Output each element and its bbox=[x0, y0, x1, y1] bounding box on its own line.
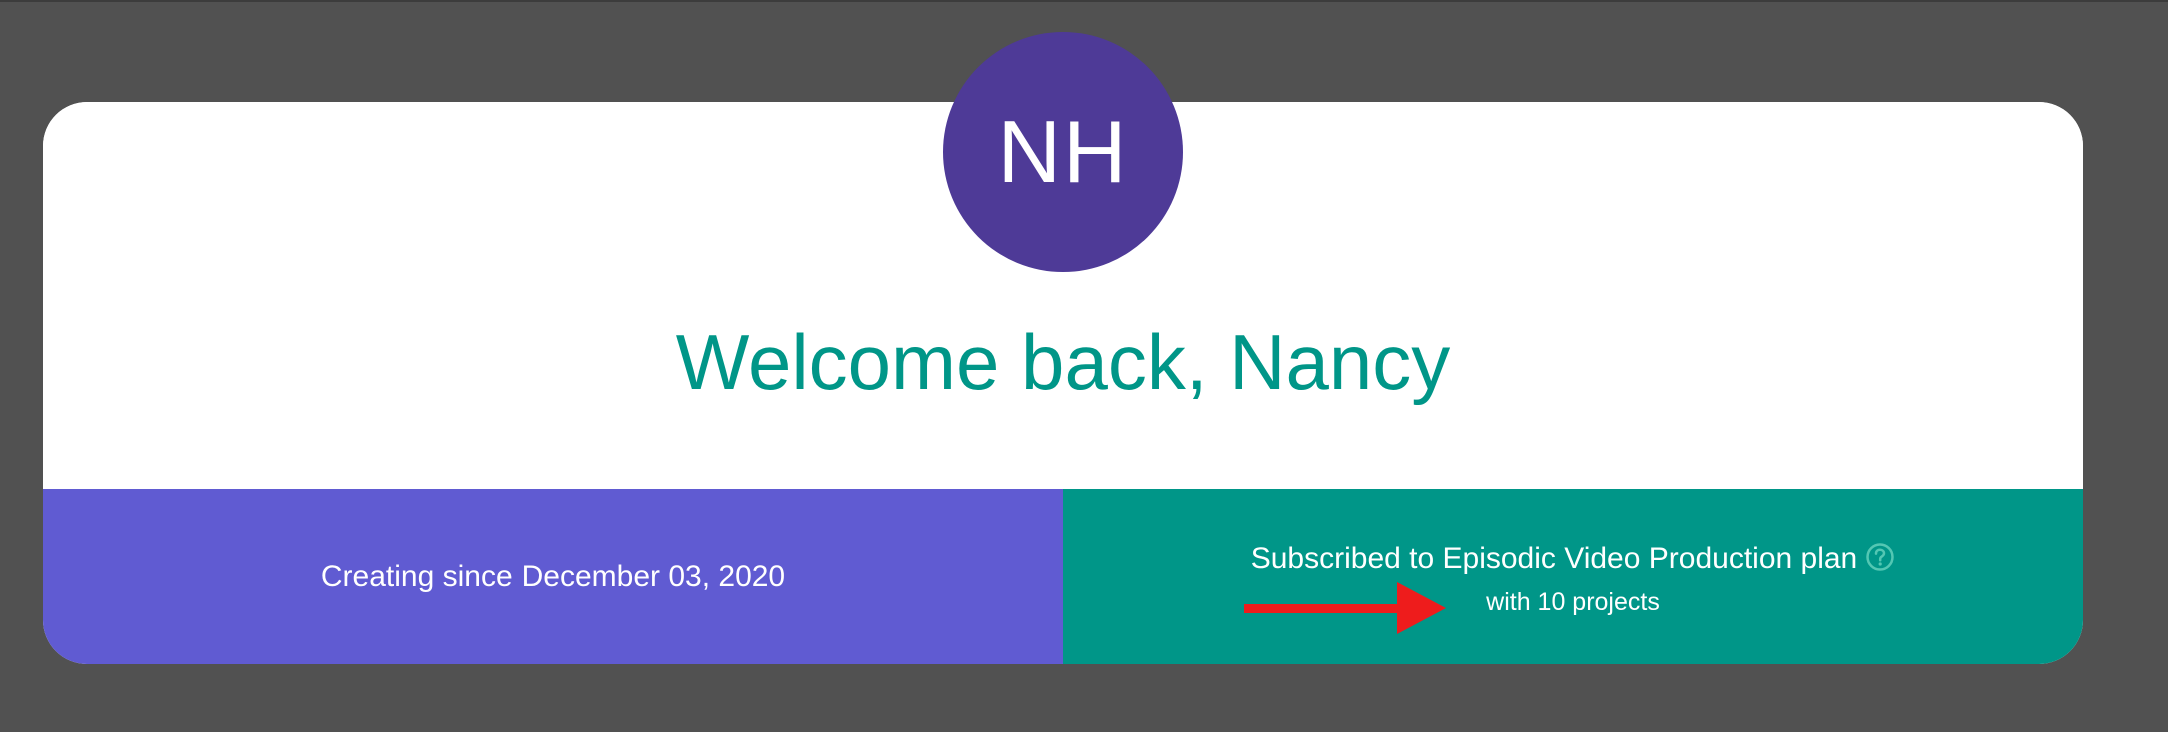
question-circle-icon[interactable] bbox=[1865, 542, 1895, 572]
subscription-plan-line: Subscribed to Episodic Video Production … bbox=[1063, 539, 2083, 579]
creating-since-label: Creating since bbox=[320, 559, 513, 593]
top-edge-line bbox=[0, 0, 2168, 2]
avatar-initials: NH bbox=[997, 102, 1129, 201]
subscription-projects-count: with 10 projects bbox=[1486, 588, 1660, 616]
creating-since-date: December 03, 2020 bbox=[521, 559, 786, 593]
subscription-panel: Subscribed to Episodic Video Production … bbox=[1063, 489, 2083, 664]
subscription-plan-text: Subscribed to Episodic Video Production … bbox=[1250, 542, 1858, 575]
red-arrow-icon bbox=[1244, 582, 1446, 634]
creating-since-panel: Creating since December 03, 2020 bbox=[43, 489, 1063, 664]
avatar: NH bbox=[943, 32, 1183, 272]
welcome-heading: Welcome back, Nancy bbox=[675, 318, 1451, 406]
creating-since-text: Creating since December 03, 2020 bbox=[321, 557, 785, 597]
